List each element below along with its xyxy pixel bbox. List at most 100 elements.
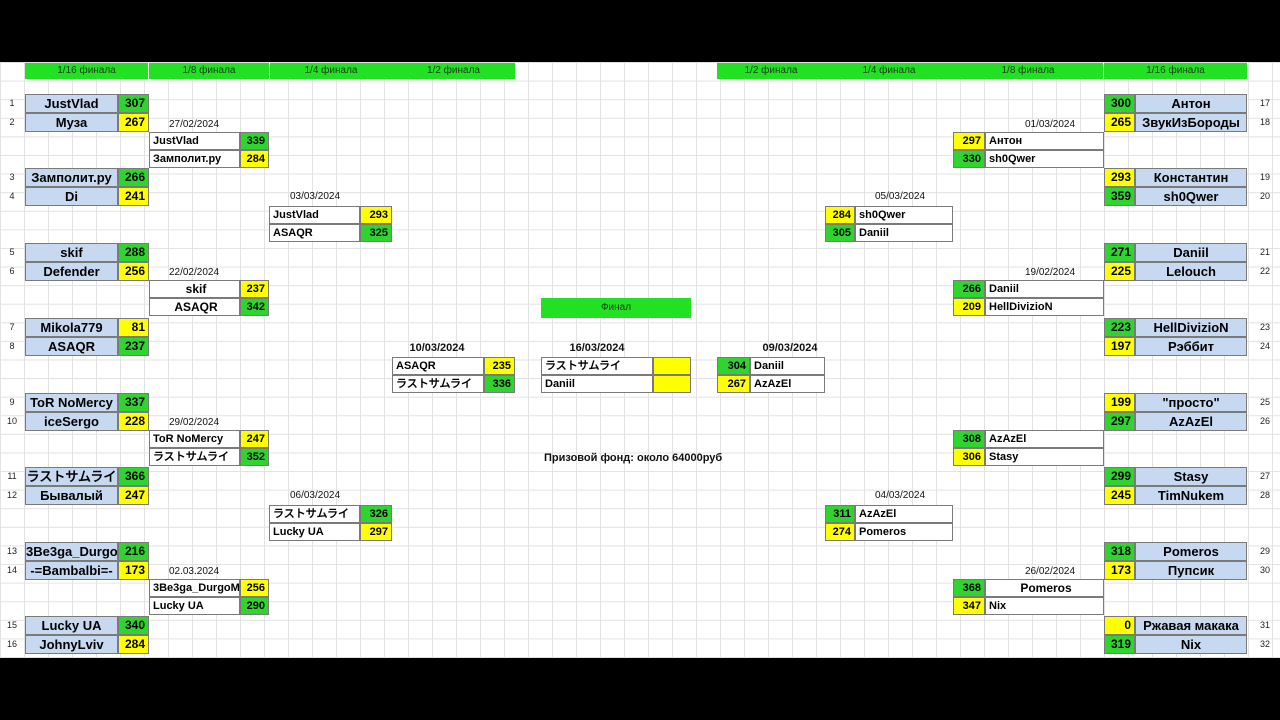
row-number: 16 [6, 639, 17, 649]
player-name: Муза [25, 113, 118, 132]
player-name: Mikola779 [25, 318, 118, 337]
match-date: 26/02/2024 [1024, 566, 1076, 577]
match-player: Daniil [750, 357, 825, 375]
match-date: 29/02/2024 [168, 417, 220, 428]
match-date: 22/02/2024 [168, 267, 220, 278]
bracket-sheet: 1/16 финала 1/8 финала 1/4 финала 1/2 финал… [0, 62, 1280, 658]
match-score: 339 [240, 132, 269, 150]
round-header-left: 1/8 финала [149, 63, 269, 79]
row-number: 17 [1259, 98, 1270, 108]
row-number: 3 [9, 172, 15, 182]
match-score: 209 [953, 298, 985, 316]
match-date: 02.03.2024 [168, 566, 220, 577]
match-date: 16/03/2024 [569, 342, 625, 354]
round-header-left: 1/2 финала [392, 63, 515, 79]
player-score: 300 [1104, 94, 1135, 113]
match-player: ラストサムライ [269, 505, 360, 523]
prize-fund: Призовой фонд: около 64000руб [544, 452, 723, 464]
match-player: AzAzEl [750, 375, 825, 393]
match-score: 325 [360, 224, 392, 242]
player-score: 297 [1104, 412, 1135, 431]
match-player: sh0Qwer [855, 206, 953, 224]
player-score: 319 [1104, 635, 1135, 654]
match-player: ToR NoMercy [149, 430, 240, 448]
match-player: AzAzEl [855, 505, 953, 523]
player-name: Di [25, 187, 118, 206]
match-score: 368 [953, 579, 985, 597]
match-player: Lucky UA [149, 597, 240, 615]
match-score: 311 [825, 505, 855, 523]
match-score: 293 [360, 206, 392, 224]
player-score: 340 [118, 616, 149, 635]
player-name: HellDivizioN [1135, 318, 1247, 337]
match-player: Pomeros [855, 523, 953, 541]
player-score: 241 [118, 187, 149, 206]
match-score: 297 [953, 132, 985, 150]
row-number: 10 [6, 416, 17, 426]
row-number: 8 [9, 341, 15, 351]
player-name: ASAQR [25, 337, 118, 356]
match-date: 09/03/2024 [762, 342, 818, 354]
round-header-right: 1/16 финала [1104, 63, 1247, 79]
match-player: JustVlad [149, 132, 240, 150]
player-score: 318 [1104, 542, 1135, 561]
player-score: 223 [1104, 318, 1135, 337]
row-number: 12 [6, 490, 17, 500]
player-name: TimNukem [1135, 486, 1247, 505]
player-score: 288 [118, 243, 149, 262]
match-score: 342 [240, 298, 269, 316]
match-score: 336 [484, 375, 515, 393]
match-score: 308 [953, 430, 985, 448]
row-number: 25 [1259, 397, 1270, 407]
player-name: Антон [1135, 94, 1247, 113]
match-player: ASAQR [149, 298, 240, 316]
match-score: 247 [240, 430, 269, 448]
row-number: 19 [1259, 172, 1270, 182]
row-number: 4 [9, 191, 15, 201]
player-name: 3Be3ga_DurgoMa [25, 542, 118, 561]
match-score: 352 [240, 448, 269, 466]
match-score: 326 [360, 505, 392, 523]
match-date: 03/03/2024 [289, 191, 341, 202]
player-name: Пупсик [1135, 561, 1247, 580]
row-number: 6 [9, 266, 15, 276]
player-score: 173 [118, 561, 149, 580]
match-date: 01/03/2024 [1024, 119, 1076, 130]
row-number: 5 [9, 247, 15, 257]
match-date: 19/02/2024 [1024, 267, 1076, 278]
player-name: Бывалый [25, 486, 118, 505]
player-score: 293 [1104, 168, 1135, 187]
row-number: 13 [6, 546, 17, 556]
player-name: -=Bambalbi=- [25, 561, 118, 580]
player-name: Stasy [1135, 467, 1247, 486]
match-score: 256 [240, 579, 269, 597]
player-score: 267 [118, 113, 149, 132]
match-score: 274 [825, 523, 855, 541]
row-number: 27 [1259, 471, 1270, 481]
player-score: 81 [118, 318, 149, 337]
player-name: iceSergo [25, 412, 118, 431]
row-number: 11 [7, 471, 17, 481]
player-score: 256 [118, 262, 149, 281]
player-score: 173 [1104, 561, 1135, 580]
player-score: 307 [118, 94, 149, 113]
match-date: 27/02/2024 [168, 119, 220, 130]
player-score: 199 [1104, 393, 1135, 412]
match-player: ASAQR [269, 224, 360, 242]
match-score: 266 [953, 280, 985, 298]
player-name: Замполит.ру [25, 168, 118, 187]
match-date: 10/03/2024 [409, 342, 465, 354]
match-player: Stasy [985, 448, 1104, 466]
match-score: 304 [717, 357, 750, 375]
row-number: 20 [1259, 191, 1270, 201]
row-number: 2 [9, 117, 15, 127]
player-name: Nix [1135, 635, 1247, 654]
row-number: 7 [9, 322, 15, 332]
player-score: 247 [118, 486, 149, 505]
match-score: 267 [717, 375, 750, 393]
player-name: JohnyLviv [25, 635, 118, 654]
row-number: 21 [1259, 247, 1270, 257]
match-player: Pomeros [985, 579, 1104, 597]
match-player: Daniil [985, 280, 1104, 298]
player-name: ToR NoMercy [25, 393, 118, 412]
